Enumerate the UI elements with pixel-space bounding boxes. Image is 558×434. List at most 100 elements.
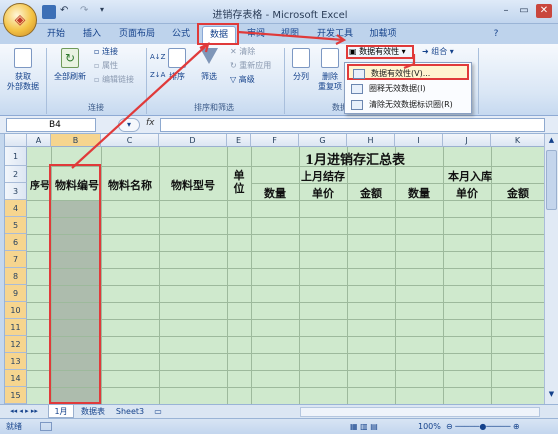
tab-developer[interactable]: 开发工具 [312,26,358,43]
tab-review[interactable]: 审阅 [242,26,270,43]
tab-page-layout[interactable]: 页面布局 [114,26,160,43]
ribbon-tabs: 开始 插入 页面布局 公式 数据 审阅 视图 开发工具 加载项 ? [0,24,558,44]
row-header-7[interactable]: 7 [5,251,27,268]
external-data-icon [14,48,32,68]
vertical-scrollbar[interactable]: ▲ ▼ [544,134,558,404]
zoom-level[interactable]: 100% [418,419,441,434]
menu-item-circle-invalid[interactable]: 圈释无效数据(I) [347,81,469,97]
row-header-5[interactable]: 5 [5,217,27,234]
group-label-connections: 连接 [88,103,104,112]
restore-button[interactable]: ▭ [516,4,532,18]
minimize-button[interactable]: – [498,4,514,18]
column-header-e[interactable]: E [227,134,251,147]
remove-duplicates-label: 删除 重复项 [318,72,342,91]
row-header-4[interactable]: 4 [5,200,27,217]
redo-icon[interactable]: ↷ [80,5,94,19]
sheet-nav-icons[interactable]: ◂◂ ◂ ▸ ▸▸ [4,405,44,418]
advanced-label: 高级 [238,75,255,84]
properties-icon: ▫ [94,61,102,70]
insert-sheet-icon[interactable]: ▭ [150,405,166,418]
group-outline-label: 组合 [431,47,448,56]
undo-icon[interactable]: ↶ [60,5,74,19]
column-header-j[interactable]: J [443,134,491,147]
clear-button[interactable]: ✕ 清除 [230,46,255,57]
column-header-a[interactable]: A [27,134,51,147]
office-button[interactable]: ◈ [3,3,37,37]
name-box[interactable]: B4 [6,118,96,132]
tab-formulas[interactable]: 公式 [166,26,196,43]
scroll-up-icon[interactable]: ▲ [546,136,557,146]
advanced-button[interactable]: ▽ 高级 [230,74,255,85]
qat-customize-icon[interactable]: ▾ [100,5,114,19]
row-header-1[interactable]: 1 [5,147,27,166]
tab-data[interactable]: 数据 [202,26,236,43]
column-header-i[interactable]: I [395,134,443,147]
save-icon[interactable] [42,5,56,19]
window-title: 进销存表格 - Microsoft Excel [212,10,348,21]
formula-expand-icon[interactable]: ▾ [118,118,140,132]
column-header-c[interactable]: C [101,134,159,147]
view-buttons[interactable]: ▦ ▥ ▤ [350,419,378,434]
row-header-9[interactable]: 9 [5,285,27,302]
grid-line [27,353,544,354]
edit-links-icon: ▫ [94,75,102,84]
group-icon: ➜ [422,47,432,56]
tab-home[interactable]: 开始 [42,26,70,43]
connections-icon: ▫ [94,47,102,56]
fx-icon[interactable]: fx [146,118,155,128]
sheet-tab-data[interactable]: 数据表 [76,405,110,418]
sheet-tab-sheet3[interactable]: Sheet3 [112,405,148,418]
column-header-d[interactable]: D [159,134,227,147]
properties-button[interactable]: ▫ 属性 [94,60,118,71]
ribbon: 获取 外部数据 ↻ 全部刷新 ▫ 连接 ▫ 属性 ▫ 编辑链接 连接 A↓Z Z… [0,44,558,116]
close-button[interactable]: ✕ [536,4,552,18]
formula-input[interactable] [160,118,545,132]
sort-az-button[interactable]: A↓Z [150,52,165,63]
connections-label: 连接 [101,47,118,56]
filter-icon [200,48,218,64]
column-header-h[interactable]: H [347,134,395,147]
row-header-8[interactable]: 8 [5,268,27,285]
header-in-month: 本月入库 [448,170,492,183]
menu-item-label: 圈释无效数据(I) [369,84,426,93]
row-header-14[interactable]: 14 [5,370,27,387]
column-header-g[interactable]: G [299,134,347,147]
zoom-slider[interactable]: ⊖ ─────●───── ⊕ [446,422,546,431]
row-header-6[interactable]: 6 [5,234,27,251]
header-last-month: 上月结存 [301,170,345,183]
sheet-tab-jan[interactable]: 1月 [48,405,74,418]
scroll-down-icon[interactable]: ▼ [546,390,557,400]
row-header-12[interactable]: 12 [5,336,27,353]
reapply-button[interactable]: ↻ 重新应用 [230,60,271,71]
edit-links-button[interactable]: ▫ 编辑链接 [94,74,134,85]
header-unit: 单 位 [233,169,245,195]
tab-insert[interactable]: 插入 [78,26,106,43]
grid-line [27,234,544,235]
column-header-k[interactable]: K [491,134,544,147]
group-label-sort-filter: 排序和筛选 [194,103,234,112]
row-header-13[interactable]: 13 [5,353,27,370]
sheet-tabs-bar: ◂◂ ◂ ▸ ▸▸ 1月 数据表 Sheet3 ▭ [0,404,558,418]
clear-icon: ✕ [230,47,240,56]
row-header-3[interactable]: 3 [5,183,27,200]
tab-view[interactable]: 视图 [276,26,304,43]
macro-record-icon[interactable] [40,422,52,431]
horizontal-scrollbar[interactable] [300,407,540,417]
group-outline-button[interactable]: ➜ 组合 ▾ [422,46,454,57]
worksheet-grid[interactable]: A B C D E F G H I J K 1 2 3 4 5 6 7 8 9 … [4,134,544,404]
select-all-corner[interactable] [5,134,27,147]
advanced-icon: ▽ [230,75,239,84]
connections-button[interactable]: ▫ 连接 [94,46,118,57]
scroll-thumb[interactable] [546,150,557,210]
row-header-10[interactable]: 10 [5,302,27,319]
column-header-f[interactable]: F [251,134,299,147]
menu-item-data-validation[interactable]: 数据有效性(V)... [347,64,469,80]
row-header-11[interactable]: 11 [5,319,27,336]
row-header-15[interactable]: 15 [5,387,27,404]
formula-bar: B4 ▾ fx [0,116,558,134]
tab-addins[interactable]: 加载项 [366,26,400,43]
menu-item-clear-circles[interactable]: 清除无效数据标识圈(R) [347,97,469,113]
row-header-2[interactable]: 2 [5,166,27,183]
column-header-b[interactable]: B [51,134,101,147]
help-icon[interactable]: ? [490,26,502,43]
